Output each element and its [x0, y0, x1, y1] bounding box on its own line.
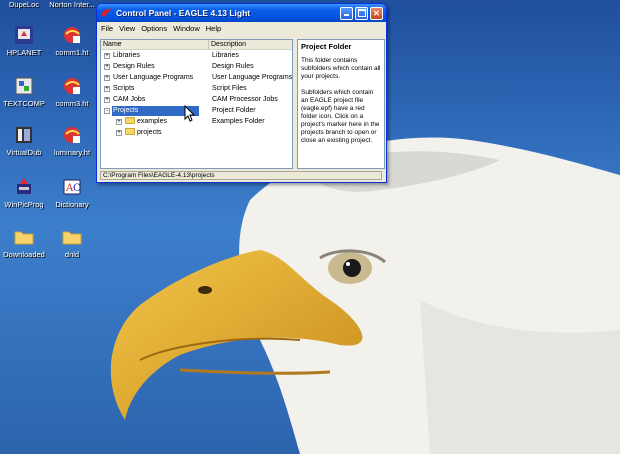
- tree-expander[interactable]: +: [104, 86, 110, 92]
- desktop-icon-label: luminary.ht: [53, 148, 91, 157]
- tree-item-description: Design Rules: [212, 63, 254, 70]
- tree-item-design-rules[interactable]: Design Rules: [113, 62, 155, 72]
- close-button[interactable]: ✕: [370, 6, 383, 20]
- tree-item-cam-jobs[interactable]: CAM Jobs: [113, 95, 145, 105]
- tree-item-description: Project Folder: [212, 107, 256, 114]
- maximize-icon: [357, 9, 366, 17]
- minimize-icon: [344, 14, 349, 16]
- tree-expander[interactable]: +: [104, 97, 110, 103]
- app-icon: [17, 178, 31, 194]
- tree-item-projects-sub[interactable]: projects: [125, 128, 162, 138]
- column-header-name[interactable]: Name: [101, 40, 209, 50]
- close-icon: ✕: [373, 8, 380, 18]
- tree-item-scripts[interactable]: Scripts: [113, 84, 134, 94]
- window-title: Control Panel - EAGLE 4.13 Light: [116, 8, 251, 18]
- folder-icon: [125, 117, 135, 124]
- tree-item-description: Script Files: [212, 85, 247, 92]
- info-pane: Project Folder This folder contains subf…: [297, 39, 385, 169]
- desktop-icon-norton[interactable]: Norton Inter...: [44, 0, 100, 9]
- tree-item-label: examples: [137, 118, 167, 125]
- tree-view[interactable]: Name Description + Libraries Libraries +…: [100, 39, 293, 169]
- menu-window[interactable]: Window: [173, 24, 200, 33]
- control-panel-window: Control Panel - EAGLE 4.13 Light ✕ File …: [96, 3, 387, 183]
- menu-options[interactable]: Options: [141, 24, 167, 33]
- column-header-description[interactable]: Description: [209, 40, 292, 50]
- tree-expander[interactable]: +: [104, 75, 110, 81]
- mouse-pointer-icon: [184, 105, 196, 122]
- info-paragraph: Subfolders which contain an EAGLE projec…: [301, 89, 380, 144]
- menu-view[interactable]: View: [119, 24, 135, 33]
- client-area: Name Description + Libraries Libraries +…: [100, 39, 385, 170]
- tree-expander[interactable]: +: [104, 53, 110, 59]
- info-heading: Project Folder: [301, 42, 352, 51]
- desktop-icon-dnld[interactable]: dnld: [44, 226, 100, 259]
- desktop-icon-label: comm1.ht: [55, 48, 89, 57]
- html-file-icon: [64, 78, 80, 94]
- minimize-button[interactable]: [340, 6, 353, 20]
- eagle-app-icon: [101, 8, 111, 17]
- title-bar[interactable]: Control Panel - EAGLE 4.13 Light ✕: [97, 4, 386, 22]
- desktop-icon-comm3[interactable]: comm3.ht: [44, 75, 100, 108]
- desktop-icon-label: Dictionary: [55, 200, 89, 209]
- folder-icon: [62, 231, 82, 245]
- menu-file[interactable]: File: [101, 24, 113, 33]
- info-paragraph: This folder contains subfolders which co…: [301, 57, 381, 80]
- shortcut-icon: [15, 26, 33, 44]
- tree-item-label: Projects: [113, 107, 139, 114]
- maximize-button[interactable]: [355, 6, 368, 20]
- menu-bar: File View Options Window Help: [97, 22, 386, 34]
- html-file-icon: [64, 127, 80, 143]
- status-bar: C:\Program Files\EAGLE-4.13\projects: [100, 171, 382, 180]
- folder-icon: [125, 128, 135, 135]
- tree-item-examples[interactable]: examples: [125, 117, 167, 127]
- tree-item-description: Examples Folder: [212, 118, 265, 125]
- desktop-icon-label: Norton Inter...: [49, 0, 95, 9]
- app-icon: [16, 127, 32, 143]
- app-icon: AC: [63, 179, 81, 195]
- tree-expander[interactable]: +: [116, 130, 122, 136]
- tree-item-user-language-programs[interactable]: User Language Programs: [113, 73, 193, 83]
- desktop-icon-luminary[interactable]: luminary.ht: [44, 124, 100, 157]
- app-icon: [15, 77, 33, 95]
- tree-item-description: Libraries: [212, 52, 239, 59]
- desktop-icon-dictionary[interactable]: AC Dictionary: [44, 176, 100, 209]
- desktop-icon-label: comm3.ht: [55, 99, 89, 108]
- tree-item-description: User Language Programs: [212, 74, 293, 81]
- svg-text:C: C: [73, 183, 81, 194]
- desktop-icon-label: dnld: [64, 250, 80, 259]
- tree-item-label: projects: [137, 129, 162, 136]
- tree-item-libraries[interactable]: Libraries: [113, 51, 140, 61]
- tree-expander[interactable]: +: [116, 119, 122, 125]
- tree-expander[interactable]: -: [104, 108, 110, 114]
- desktop-icon-comm1[interactable]: comm1.ht: [44, 24, 100, 57]
- tree-item-description: CAM Processor Jobs: [212, 96, 278, 103]
- menu-help[interactable]: Help: [206, 24, 221, 33]
- folder-icon: [14, 231, 34, 245]
- tree-expander[interactable]: +: [104, 64, 110, 70]
- html-file-icon: [64, 27, 80, 43]
